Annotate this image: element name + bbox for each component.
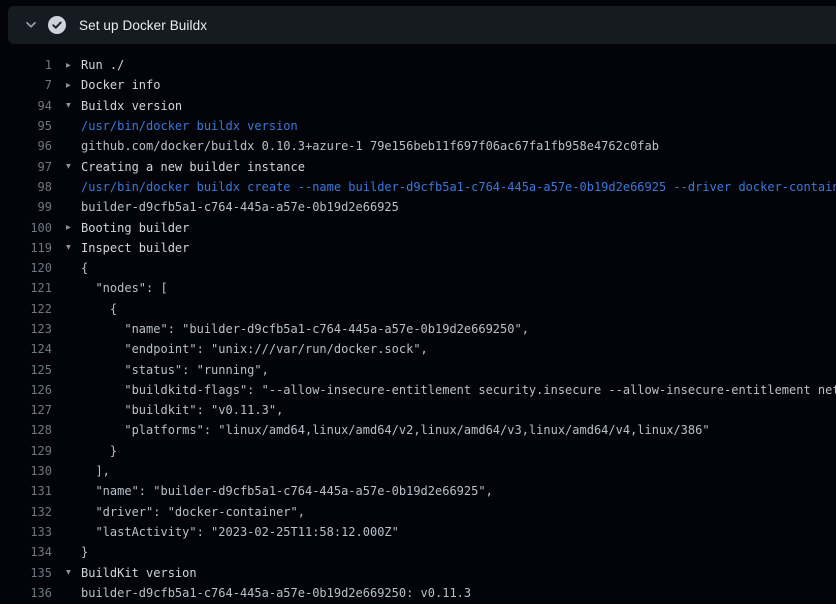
log-line-number[interactable]: 121 — [0, 281, 52, 295]
log-line: 129 } — [0, 441, 836, 461]
log-line: 134} — [0, 542, 836, 562]
log-output-text: { — [81, 302, 836, 316]
log-line: 132 "driver": "docker-container", — [0, 502, 836, 522]
collapse-triangle-icon[interactable]: ▼ — [66, 162, 81, 171]
log-line-number[interactable]: 98 — [0, 180, 52, 194]
log-group-row[interactable]: 100 ▶Booting builder — [0, 217, 836, 237]
log-line-number[interactable]: 99 — [0, 200, 52, 214]
log-line: 99 builder-d9cfb5a1-c764-445a-a57e-0b19d2… — [0, 197, 836, 217]
expand-triangle-icon[interactable]: ▶ — [66, 60, 81, 69]
log-line-number[interactable]: 120 — [0, 261, 52, 275]
log-line-number[interactable]: 128 — [0, 423, 52, 437]
log-output-text: builder-d9cfb5a1-c764-445a-a57e-0b19d2e6… — [81, 586, 836, 600]
check-circle-icon — [48, 16, 66, 34]
log-group-row[interactable]: 94 ▼Buildx version — [0, 96, 836, 116]
log-line: 136 builder-d9cfb5a1-c764-445a-a57e-0b19d… — [0, 583, 836, 603]
log-line-number[interactable]: 100 — [0, 221, 52, 235]
log-output-text: "endpoint": "unix:///var/run/docker.sock… — [81, 342, 836, 356]
expand-triangle-icon[interactable]: ▶ — [66, 223, 81, 232]
log-line-number[interactable]: 7 — [0, 78, 52, 92]
collapse-triangle-icon[interactable]: ▼ — [66, 568, 81, 577]
log-line: 126 "buildkitd-flags": "--allow-insecure… — [0, 380, 836, 400]
log-group-title: BuildKit version — [81, 566, 836, 580]
chevron-down-icon[interactable] — [18, 12, 44, 38]
log-line-number[interactable]: 130 — [0, 464, 52, 478]
log-line-number[interactable]: 132 — [0, 505, 52, 519]
log-group-title: Creating a new builder instance — [81, 160, 836, 174]
log-output-text: } — [81, 545, 836, 559]
log-line-number[interactable]: 124 — [0, 342, 52, 356]
log-output-text: "name": "builder-d9cfb5a1-c764-445a-a57e… — [81, 484, 836, 498]
log-output-text: "buildkit": "v0.11.3", — [81, 403, 836, 417]
log-group-row[interactable]: 7 ▶Docker info — [0, 75, 836, 95]
log-output-text: } — [81, 444, 836, 458]
log-group-row[interactable]: 135 ▼BuildKit version — [0, 562, 836, 582]
log-line-number[interactable]: 136 — [0, 586, 52, 600]
log-line: 95/usr/bin/docker buildx version — [0, 116, 836, 136]
collapse-triangle-icon[interactable]: ▼ — [66, 243, 81, 252]
log-line-number[interactable]: 133 — [0, 525, 52, 539]
log-output-text: { — [81, 261, 836, 275]
log-line-number[interactable]: 134 — [0, 545, 52, 559]
log-line-number[interactable]: 96 — [0, 139, 52, 153]
log-line: 121 "nodes": [ — [0, 278, 836, 298]
log-group-title: Booting builder — [81, 221, 836, 235]
log-line: 130 ], — [0, 461, 836, 481]
log-line-number[interactable]: 123 — [0, 322, 52, 336]
log-viewer: 1▶Run ./7▶Docker info94▼Buildx version95… — [0, 55, 836, 603]
log-line: 128 "platforms": "linux/amd64,linux/amd6… — [0, 420, 836, 440]
log-line-number[interactable]: 127 — [0, 403, 52, 417]
log-line: 120 { — [0, 258, 836, 278]
log-group-title: Inspect builder — [81, 241, 836, 255]
log-line-number[interactable]: 125 — [0, 363, 52, 377]
log-line-number[interactable]: 126 — [0, 383, 52, 397]
log-line-number[interactable]: 135 — [0, 566, 52, 580]
log-line: 122 { — [0, 299, 836, 319]
step-header[interactable]: Set up Docker Buildx — [8, 6, 836, 44]
log-line: 123 "name": "builder-d9cfb5a1-c764-445a-… — [0, 319, 836, 339]
log-output-text: "platforms": "linux/amd64,linux/amd64/v2… — [81, 423, 836, 437]
log-line: 133 "lastActivity": "2023-02-25T11:58:12… — [0, 522, 836, 542]
log-line-number[interactable]: 94 — [0, 99, 52, 113]
log-command-text: /usr/bin/docker buildx create --name bui… — [81, 180, 836, 194]
log-command-text: /usr/bin/docker buildx version — [81, 119, 836, 133]
log-output-text: builder-d9cfb5a1-c764-445a-a57e-0b19d2e6… — [81, 200, 836, 214]
log-line-number[interactable]: 119 — [0, 241, 52, 255]
log-output-text: "driver": "docker-container", — [81, 505, 836, 519]
log-output-text: "buildkitd-flags": "--allow-insecure-ent… — [81, 383, 836, 397]
log-group-title: Run ./ — [81, 58, 836, 72]
log-group-row[interactable]: 119 ▼Inspect builder — [0, 238, 836, 258]
log-output-text: "nodes": [ — [81, 281, 836, 295]
log-output-text: "lastActivity": "2023-02-25T11:58:12.000… — [81, 525, 836, 539]
log-line-number[interactable]: 1 — [0, 58, 52, 72]
step-title: Set up Docker Buildx — [79, 18, 207, 33]
log-group-title: Docker info — [81, 78, 836, 92]
log-line: 124 "endpoint": "unix:///var/run/docker.… — [0, 339, 836, 359]
log-output-text: ], — [81, 464, 836, 478]
log-line-number[interactable]: 129 — [0, 444, 52, 458]
log-line-number[interactable]: 131 — [0, 484, 52, 498]
log-line: 127 "buildkit": "v0.11.3", — [0, 400, 836, 420]
log-output-text: "name": "builder-d9cfb5a1-c764-445a-a57e… — [81, 322, 836, 336]
log-line-number[interactable]: 95 — [0, 119, 52, 133]
log-group-row[interactable]: 97 ▼Creating a new builder instance — [0, 156, 836, 176]
collapse-triangle-icon[interactable]: ▼ — [66, 101, 81, 110]
log-line-number[interactable]: 122 — [0, 302, 52, 316]
log-group-title: Buildx version — [81, 99, 836, 113]
log-line: 125 "status": "running", — [0, 359, 836, 379]
log-line: 98/usr/bin/docker buildx create --name b… — [0, 177, 836, 197]
expand-triangle-icon[interactable]: ▶ — [66, 80, 81, 89]
log-output-text: github.com/docker/buildx 0.10.3+azure-1 … — [81, 139, 836, 153]
log-line: 131 "name": "builder-d9cfb5a1-c764-445a-… — [0, 481, 836, 501]
log-line: 96 github.com/docker/buildx 0.10.3+azure-… — [0, 136, 836, 156]
log-output-text: "status": "running", — [81, 363, 836, 377]
log-group-row[interactable]: 1 ▶Run ./ — [0, 55, 836, 75]
log-line-number[interactable]: 97 — [0, 160, 52, 174]
